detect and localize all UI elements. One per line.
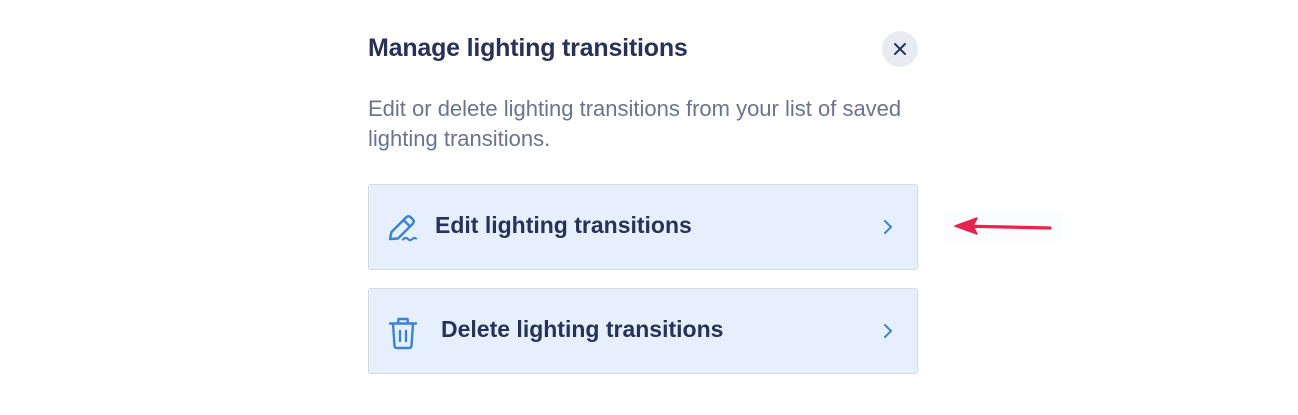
dialog-header: Manage lighting transitions bbox=[368, 28, 918, 68]
delete-transitions-label: Delete lighting transitions bbox=[441, 316, 724, 342]
annotation-arrow-icon bbox=[944, 212, 1062, 242]
page: Manage lighting transitions Edit or dele… bbox=[0, 0, 1298, 415]
dialog-title: Manage lighting transitions bbox=[368, 34, 688, 62]
close-icon bbox=[894, 43, 906, 55]
delete-transitions-option[interactable]: Delete lighting transitions bbox=[368, 288, 918, 374]
pencil-icon bbox=[388, 215, 418, 242]
dialog-description: Edit or delete lighting transitions from… bbox=[368, 96, 902, 151]
chevron-right-icon bbox=[884, 324, 892, 338]
edit-transitions-option[interactable]: Edit lighting transitions bbox=[368, 184, 918, 270]
chevron-right-icon bbox=[884, 220, 892, 234]
close-button[interactable] bbox=[882, 31, 918, 67]
manage-transitions-dialog: Manage lighting transitions Edit or dele… bbox=[368, 28, 918, 374]
edit-transitions-label: Edit lighting transitions bbox=[435, 212, 692, 238]
trash-icon bbox=[388, 317, 418, 350]
